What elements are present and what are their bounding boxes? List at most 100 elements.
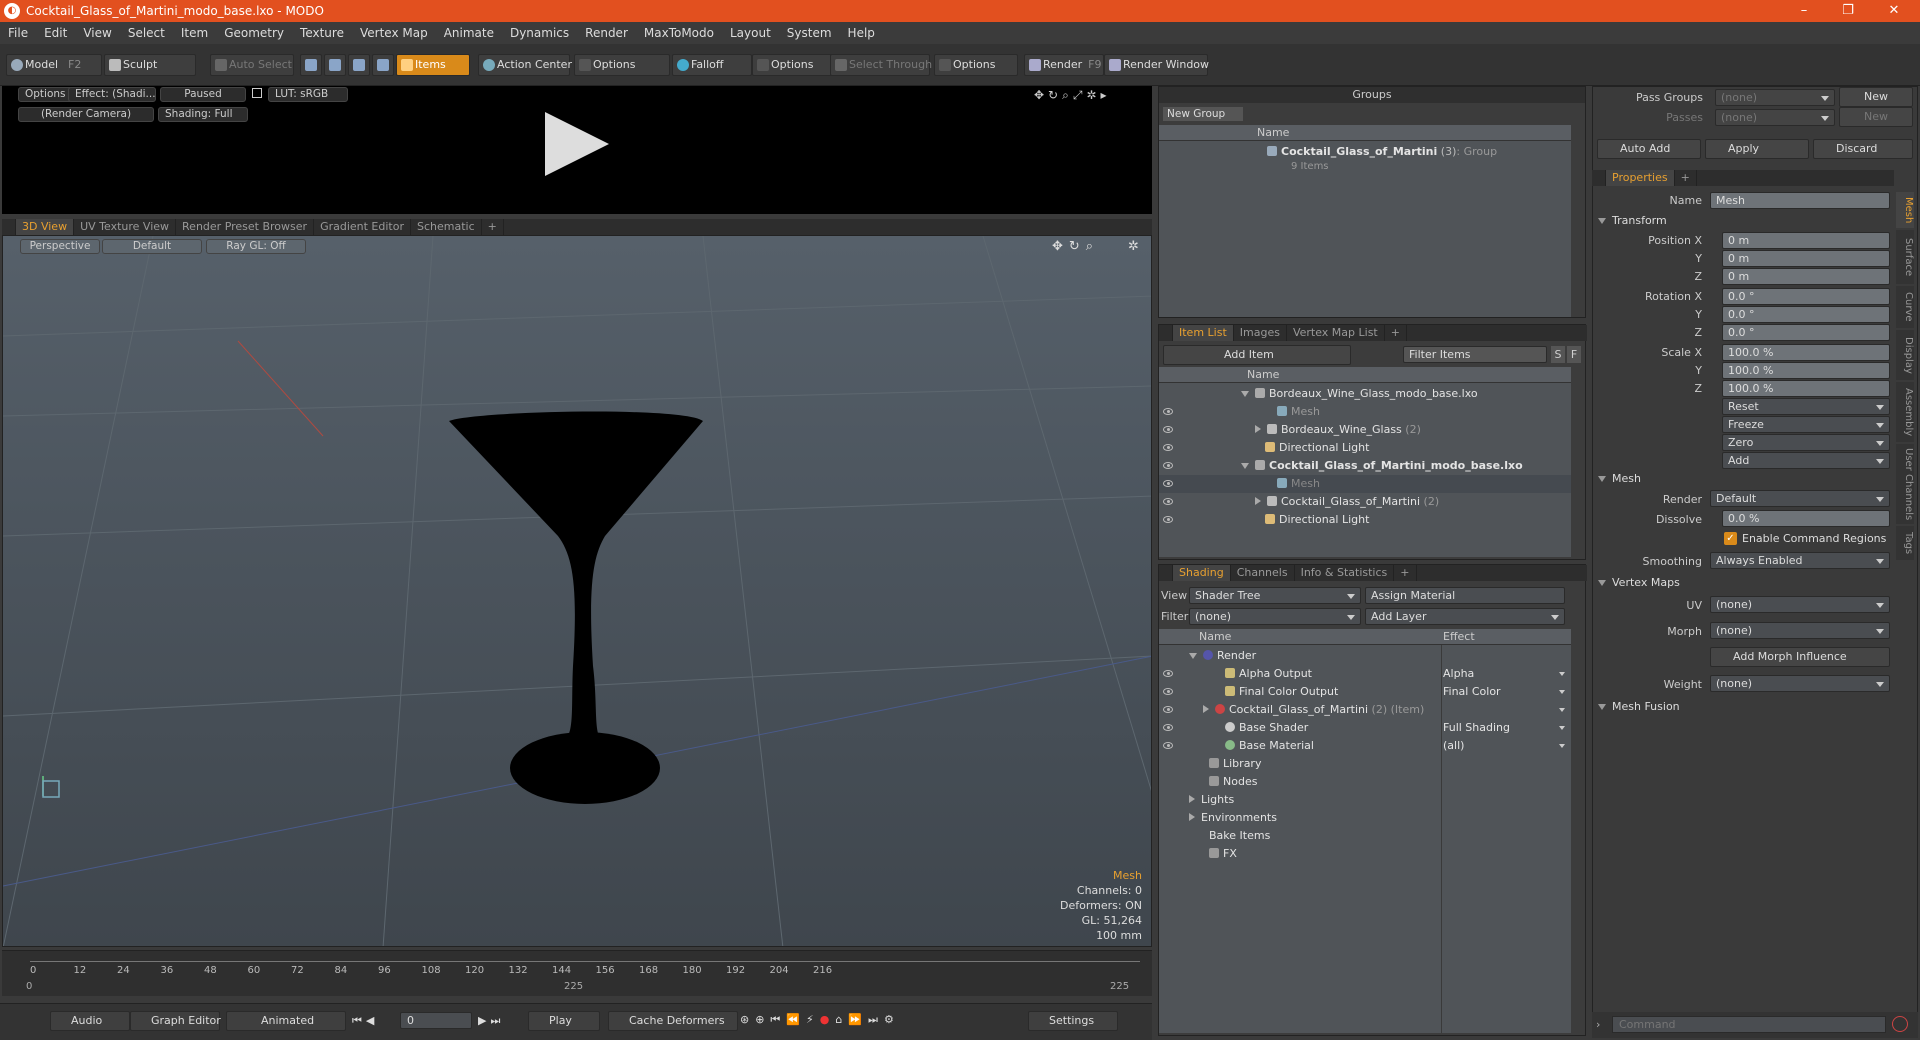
rotation-y-input[interactable]: 0.0 ° xyxy=(1722,306,1890,323)
add-tab-button[interactable]: + xyxy=(1385,325,1407,341)
smoothing-dropdown[interactable]: Always Enabled xyxy=(1710,552,1890,569)
panel-menu-icon[interactable] xyxy=(2,219,16,235)
zero-dropdown[interactable]: Zero xyxy=(1722,434,1890,451)
rotation-z-input[interactable]: 0.0 ° xyxy=(1722,324,1890,341)
effect-dropdown-icon[interactable] xyxy=(1559,744,1565,748)
panel-menu-icon[interactable] xyxy=(1159,325,1173,341)
tab-shading[interactable]: Shading xyxy=(1173,565,1231,581)
expand-icon[interactable] xyxy=(1189,795,1195,803)
preview-effect-dropdown[interactable]: Effect: (Shadi... xyxy=(68,87,156,102)
shader-row-environments[interactable]: Environments xyxy=(1159,809,1571,827)
materials-mode-button[interactable] xyxy=(372,54,394,76)
menu-maxtomodo[interactable]: MaxToModo xyxy=(636,26,722,40)
auto-select-button[interactable]: Auto Select xyxy=(210,54,294,76)
shading-dropdown[interactable]: Shading: Full xyxy=(158,107,248,122)
menu-geometry[interactable]: Geometry xyxy=(216,26,292,40)
viewport-settings-icon[interactable]: ✲ xyxy=(1128,239,1139,254)
raygl-dropdown[interactable]: Ray GL: Off xyxy=(206,239,306,254)
shader-row-nodes[interactable]: Nodes xyxy=(1159,773,1571,791)
effect-dropdown-icon[interactable] xyxy=(1559,708,1565,712)
default-style-dropdown[interactable]: Default xyxy=(102,239,202,254)
lut-dropdown[interactable]: LUT: sRGB xyxy=(268,87,348,102)
key-tools-icons[interactable]: ⊛⊕⏮⏪⚡●⌂⏩⏭⚙ xyxy=(740,1013,900,1027)
expand-icon[interactable] xyxy=(1241,463,1249,469)
animated-dropdown[interactable]: Animated xyxy=(226,1011,346,1031)
expand-icon[interactable] xyxy=(1255,425,1261,433)
shader-row-cocktail-material[interactable]: Cocktail_Glass_of_Martini (2) (Item) xyxy=(1159,701,1571,719)
mesh-fusion-section[interactable]: Mesh Fusion xyxy=(1598,700,1680,713)
shader-row-library[interactable]: Library xyxy=(1159,755,1571,773)
menu-render[interactable]: Render xyxy=(577,26,636,40)
shader-row-base-material[interactable]: Base Material (all) xyxy=(1159,737,1571,755)
tab-item-list[interactable]: Item List xyxy=(1173,325,1234,341)
item-row-cocktail-glass[interactable]: Cocktail_Glass_of_Martini (2) xyxy=(1159,493,1571,511)
visibility-eye-icon[interactable] xyxy=(1163,724,1173,731)
settings-button[interactable]: Settings xyxy=(1028,1011,1118,1031)
menu-layout[interactable]: Layout xyxy=(722,26,779,40)
view-dropdown[interactable]: Shader Tree xyxy=(1189,587,1361,604)
shader-row-bake-items[interactable]: Bake Items xyxy=(1159,827,1571,845)
visibility-eye-icon[interactable] xyxy=(1163,462,1173,469)
side-tab-curve[interactable]: Curve xyxy=(1896,286,1914,328)
visibility-eye-icon[interactable] xyxy=(1163,688,1173,695)
filter-items-input[interactable]: Filter Items xyxy=(1403,346,1547,363)
item-tree[interactable]: Name Bordeaux_Wine_Glass_modo_base.lxo M… xyxy=(1159,367,1571,557)
item-row-mesh-selected[interactable]: Mesh xyxy=(1159,475,1571,493)
minimize-icon[interactable]: – xyxy=(1782,0,1826,22)
cache-deformers-button[interactable]: Cache Deformers xyxy=(608,1011,738,1031)
add-tab-button[interactable]: + xyxy=(1675,170,1697,186)
add-morph-influence-button[interactable]: Add Morph Influence xyxy=(1710,647,1890,667)
auto-add-button[interactable]: Auto Add xyxy=(1597,139,1701,159)
menu-item[interactable]: Item xyxy=(173,26,216,40)
item-row-light[interactable]: Directional Light xyxy=(1159,439,1571,457)
render-camera-dropdown[interactable]: (Render Camera) xyxy=(18,107,154,122)
shader-row-lights[interactable]: Lights xyxy=(1159,791,1571,809)
name-input[interactable]: Mesh xyxy=(1710,192,1890,209)
tab-uv-texture-view[interactable]: UV Texture View xyxy=(74,219,177,235)
new-group-button[interactable]: New Group xyxy=(1163,107,1243,121)
preview-nav-icons[interactable]: ✥↻⌕⤢✲▸ xyxy=(1034,88,1111,103)
vertex-maps-section[interactable]: Vertex Maps xyxy=(1598,576,1680,589)
tab-channels[interactable]: Channels xyxy=(1231,565,1295,581)
freeze-dropdown[interactable]: Freeze xyxy=(1722,416,1890,433)
record-icon[interactable]: ● xyxy=(820,1013,836,1026)
expand-icon[interactable] xyxy=(1241,391,1249,397)
effect-dropdown-icon[interactable] xyxy=(1559,690,1565,694)
action-center-options-button[interactable]: Options xyxy=(574,54,670,76)
menu-edit[interactable]: Edit xyxy=(36,26,75,40)
visibility-eye-icon[interactable] xyxy=(1163,408,1173,415)
add-tab-button[interactable]: + xyxy=(1394,565,1417,581)
tab-gradient-editor[interactable]: Gradient Editor xyxy=(314,219,411,235)
position-y-input[interactable]: 0 m xyxy=(1722,250,1890,267)
frame-input[interactable]: 0 xyxy=(400,1012,472,1029)
tab-properties[interactable]: Properties xyxy=(1606,170,1675,186)
add-tab-button[interactable]: + xyxy=(482,219,504,235)
scene-row-cocktail[interactable]: Cocktail_Glass_of_Martini_modo_base.lxo xyxy=(1159,457,1571,475)
expand-icon[interactable] xyxy=(1189,813,1195,821)
groups-list[interactable]: Name Cocktail_Glass_of_Martini (3): Grou… xyxy=(1159,125,1571,317)
discard-button[interactable]: Discard xyxy=(1813,139,1913,159)
menu-select[interactable]: Select xyxy=(120,26,173,40)
sculpt-mode-button[interactable]: Sculpt xyxy=(104,54,196,76)
scene-row-bordeaux[interactable]: Bordeaux_Wine_Glass_modo_base.lxo xyxy=(1159,385,1571,403)
passes-dropdown[interactable]: (none) xyxy=(1715,109,1835,126)
menu-help[interactable]: Help xyxy=(840,26,883,40)
play-button[interactable]: Play xyxy=(528,1011,600,1031)
position-x-input[interactable]: 0 m xyxy=(1722,232,1890,249)
effect-dropdown-icon[interactable] xyxy=(1559,672,1565,676)
expand-icon[interactable] xyxy=(1203,705,1209,713)
vertices-mode-button[interactable] xyxy=(300,54,322,76)
model-mode-button[interactable]: Model F2 xyxy=(6,54,102,76)
enable-command-regions-checkbox[interactable]: ✓ xyxy=(1724,532,1737,545)
apply-button[interactable]: Apply xyxy=(1705,139,1809,159)
side-tab-mesh[interactable]: Mesh xyxy=(1896,192,1914,228)
visibility-eye-icon[interactable] xyxy=(1163,480,1173,487)
visibility-eye-icon[interactable] xyxy=(1163,742,1173,749)
items-mode-button[interactable]: Items xyxy=(396,54,470,76)
side-tab-tags[interactable]: Tags xyxy=(1896,526,1914,560)
visibility-eye-icon[interactable] xyxy=(1163,516,1173,523)
menu-dynamics[interactable]: Dynamics xyxy=(502,26,577,40)
pass-groups-dropdown[interactable]: (none) xyxy=(1715,89,1835,106)
render-dropdown[interactable]: Default xyxy=(1710,490,1890,507)
transform-section[interactable]: Transform xyxy=(1598,214,1667,227)
